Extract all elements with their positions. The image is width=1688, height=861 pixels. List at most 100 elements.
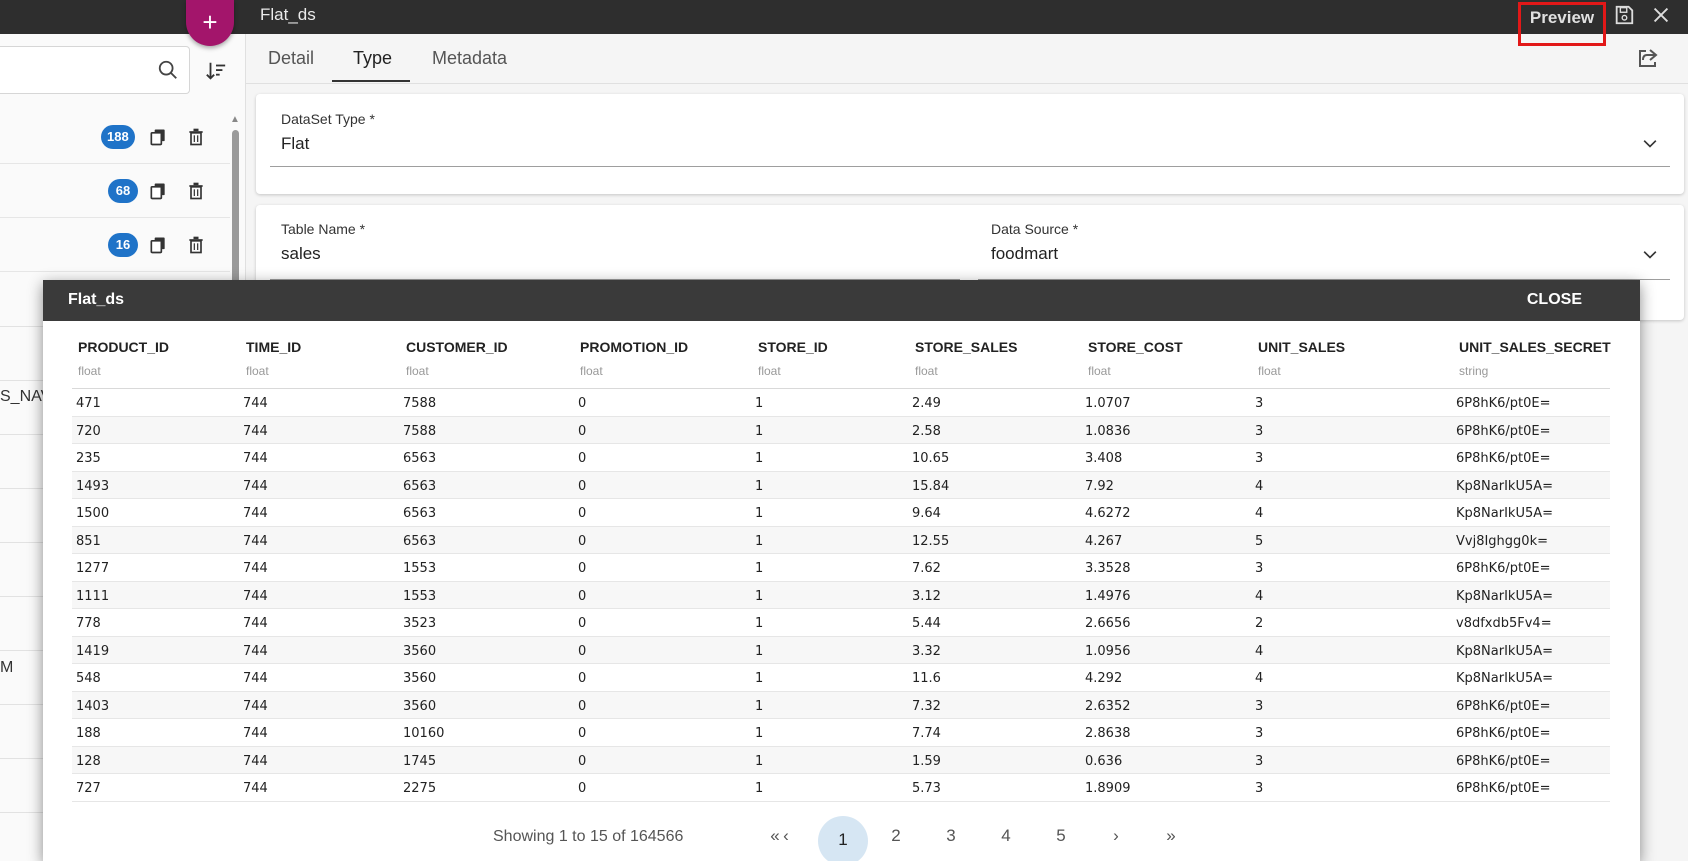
table-cell: 1111 [76, 588, 110, 604]
column-header[interactable]: STORE_ID [758, 339, 828, 355]
table-cell: 744 [243, 396, 268, 411]
table-cell: 6P8hK6/pt0E= [1456, 781, 1551, 796]
table-cell: 2.49 [912, 396, 941, 411]
table-cell: 4 [1255, 506, 1264, 521]
table-cell: 1 [755, 506, 764, 521]
prev-page-button[interactable]: ‹ [771, 826, 801, 846]
copy-icon[interactable] [148, 127, 168, 147]
page-button[interactable]: 4 [991, 826, 1021, 846]
column-header[interactable]: PROMOTION_ID [580, 339, 688, 355]
column-type: float [580, 364, 603, 378]
table-cell: 548 [76, 671, 101, 686]
table-cell: 3 [1255, 451, 1264, 466]
table-cell: 1 [755, 781, 764, 796]
table-cell: 1 [755, 451, 764, 466]
column-header[interactable]: UNIT_SALES [1258, 339, 1345, 355]
table-cell: 744 [243, 506, 268, 521]
table-cell: 3.12 [912, 588, 941, 604]
table-cell: 3 [1255, 423, 1264, 439]
delete-icon[interactable] [186, 127, 206, 147]
preview-button[interactable]: Preview [1518, 2, 1606, 46]
table-cell: 0.636 [1085, 753, 1123, 769]
dataset-list-item[interactable]: 188 [0, 110, 230, 164]
list-scrollbar[interactable] [232, 130, 239, 290]
table-cell: 1403 [76, 698, 110, 714]
search-input[interactable] [0, 46, 190, 94]
chevron-down-icon[interactable] [1640, 134, 1660, 154]
active-tab-indicator [332, 80, 410, 82]
dataset-type-card: DataSet Type * Flat [256, 94, 1684, 194]
count-badge: 16 [108, 233, 138, 257]
table-cell: 4 [1255, 478, 1264, 494]
table-cell: 1500 [76, 506, 110, 521]
column-type: float [246, 364, 269, 378]
table-cell: 1277 [76, 561, 110, 576]
delete-icon[interactable] [186, 181, 206, 201]
page-button[interactable]: 2 [881, 826, 911, 846]
add-dataset-button[interactable]: + [186, 0, 234, 46]
table-cell: 0 [578, 643, 587, 659]
dataset-list-item[interactable]: 68 [0, 164, 230, 218]
column-header[interactable]: TIME_ID [246, 339, 301, 355]
chevron-down-icon[interactable] [1640, 245, 1660, 265]
copy-icon[interactable] [148, 235, 168, 255]
close-icon[interactable] [1650, 4, 1672, 26]
save-icon[interactable] [1613, 4, 1635, 26]
table-cell: 0 [578, 478, 587, 494]
table-cell: 727 [76, 781, 101, 796]
table-cell: 6563 [403, 506, 437, 521]
table-cell: 4 [1255, 643, 1264, 659]
table-cell: 6P8hK6/pt0E= [1456, 698, 1551, 714]
dataset-list-item[interactable]: 16 [0, 218, 230, 272]
table-name-input[interactable]: sales [281, 244, 321, 264]
share-icon[interactable] [1636, 46, 1660, 70]
table-cell: 1.8909 [1085, 781, 1131, 796]
table-cell: 6563 [403, 533, 437, 549]
column-header[interactable]: CUSTOMER_ID [406, 339, 508, 355]
table-cell: 1 [755, 643, 764, 659]
editor-topbar: Flat_ds Preview [246, 0, 1688, 46]
delete-icon[interactable] [186, 235, 206, 255]
dataset-type-select[interactable]: Flat [281, 134, 309, 154]
page-button[interactable]: 3 [936, 826, 966, 846]
scroll-up-arrow-icon[interactable]: ▲ [230, 114, 240, 125]
column-header[interactable]: STORE_COST [1088, 339, 1183, 355]
table-cell: 744 [243, 533, 268, 549]
data-source-select[interactable]: foodmart [991, 244, 1058, 264]
field-underline [270, 166, 1670, 167]
dialog-header: Flat_ds CLOSE [43, 280, 1640, 321]
table-cell: 5.44 [912, 616, 941, 631]
last-page-button[interactable]: » [1156, 826, 1186, 846]
table-row: 851 744 6563 0 1 12.55 4.267 5 Vvj8Ighgg0k= [72, 526, 1610, 554]
table-cell: 1 [755, 533, 764, 549]
table-cell: 744 [243, 781, 268, 796]
table-cell: 3560 [403, 671, 437, 686]
table-cell: 3.3528 [1085, 561, 1131, 576]
pagination-summary: Showing 1 to 15 of 164566 [493, 828, 684, 845]
tab-detail[interactable]: Detail [268, 48, 314, 69]
table-cell: 0 [578, 506, 587, 521]
table-cell: 11.6 [912, 671, 941, 686]
page-button-current[interactable]: 1 [818, 816, 868, 861]
table-cell: 720 [76, 423, 101, 439]
table-cell: 0 [578, 753, 587, 769]
table-row: 1111 744 1553 0 1 3.12 1.4976 4 Kp8NarIkU5A= [72, 581, 1610, 609]
copy-icon[interactable] [148, 181, 168, 201]
table-cell: 7.32 [912, 698, 941, 714]
table-cell: 9.64 [912, 506, 941, 521]
sort-icon[interactable] [205, 60, 227, 82]
column-header[interactable]: STORE_SALES [915, 339, 1017, 355]
table-row: 778 744 3523 0 1 5.44 2.6656 2 v8dfxdb5Fv4= [72, 609, 1610, 637]
table-cell: 744 [243, 753, 268, 769]
next-page-button[interactable]: › [1101, 826, 1131, 846]
column-header[interactable]: UNIT_SALES_SECRET [1459, 339, 1611, 355]
tab-type[interactable]: Type [353, 48, 392, 69]
page-button[interactable]: 5 [1046, 826, 1076, 846]
tab-metadata[interactable]: Metadata [432, 48, 507, 69]
table-cell: 7.92 [1085, 478, 1114, 494]
column-header[interactable]: PRODUCT_ID [78, 339, 169, 355]
table-cell: 1 [755, 616, 764, 631]
table-cell: 4 [1255, 671, 1264, 686]
dialog-close-button[interactable]: CLOSE [1527, 291, 1582, 309]
table-cell: 1.0956 [1085, 643, 1131, 659]
